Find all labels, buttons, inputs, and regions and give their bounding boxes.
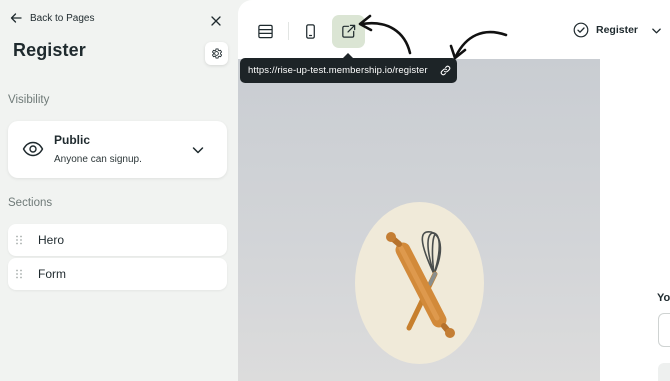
section-label: Hero	[38, 233, 65, 247]
page-title: Register	[13, 40, 86, 60]
visibility-select[interactable]: Public Anyone can signup.	[8, 121, 227, 178]
mobile-view-icon	[306, 24, 315, 39]
desktop-view-button[interactable]	[249, 15, 282, 48]
visibility-title: Public	[54, 133, 91, 147]
visibility-subtitle: Anyone can signup.	[54, 154, 142, 165]
open-external-button[interactable]	[332, 15, 365, 48]
chevron-down-icon	[652, 27, 661, 33]
form-input-secondary[interactable]	[658, 363, 670, 381]
sidebar: Back to Pages Register Visibility Public…	[0, 0, 238, 381]
check-circle-icon	[573, 22, 589, 38]
link-icon[interactable]	[440, 65, 451, 76]
section-label: Form	[38, 267, 66, 281]
section-item-form[interactable]: Form	[8, 258, 227, 290]
page-status-label: Register	[596, 24, 639, 36]
form-text-input[interactable]	[658, 313, 670, 347]
back-to-pages-label: Back to Pages	[30, 12, 95, 24]
sections-heading: Sections	[8, 197, 53, 209]
back-to-pages-link[interactable]: Back to Pages	[10, 12, 94, 24]
page-url: https://rise-up-test.membership.io/regis…	[248, 65, 428, 76]
desktop-view-icon	[258, 24, 273, 39]
mobile-view-button[interactable]	[294, 15, 327, 48]
page-settings-button[interactable]	[205, 42, 228, 65]
gear-icon	[212, 48, 223, 59]
form-field-label: Yo	[657, 292, 670, 304]
drag-handle-icon[interactable]	[15, 235, 23, 245]
visibility-heading: Visibility	[8, 94, 50, 106]
open-external-icon	[342, 24, 356, 38]
rolling-pin-whisk-icon	[386, 231, 455, 338]
toolbar-divider	[288, 22, 289, 40]
drag-handle-icon[interactable]	[15, 269, 23, 279]
page-status-select[interactable]: Register	[573, 22, 662, 38]
close-icon[interactable]	[208, 13, 224, 29]
brand-logo	[355, 202, 484, 364]
section-item-hero[interactable]: Hero	[8, 224, 227, 256]
chevron-down-icon	[192, 147, 204, 154]
eye-icon	[22, 141, 44, 157]
url-tooltip: https://rise-up-test.membership.io/regis…	[240, 53, 457, 83]
arrow-left-icon	[10, 13, 22, 23]
